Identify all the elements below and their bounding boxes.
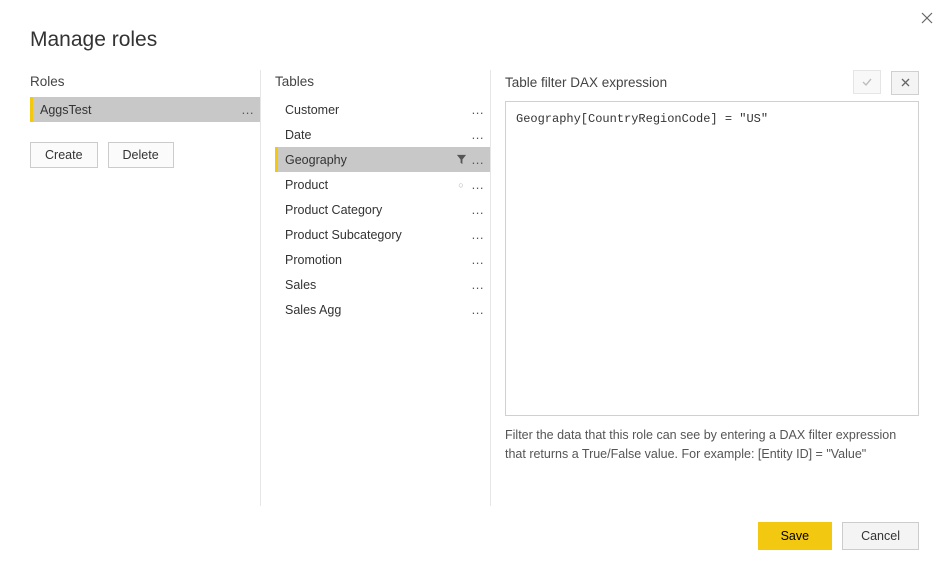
table-item[interactable]: Sales Agg... <box>275 297 490 322</box>
more-icon[interactable]: ... <box>472 128 484 141</box>
more-icon[interactable]: ... <box>472 178 484 191</box>
table-item[interactable]: Product Subcategory... <box>275 222 490 247</box>
more-icon[interactable]: ... <box>472 153 484 166</box>
more-icon[interactable]: ... <box>472 303 484 316</box>
more-icon[interactable]: ... <box>472 278 484 291</box>
roles-header: Roles <box>30 70 260 97</box>
save-button[interactable]: Save <box>758 522 833 550</box>
table-item[interactable]: Product○... <box>275 172 490 197</box>
more-icon[interactable]: ... <box>472 253 484 266</box>
revert-expression-button[interactable] <box>891 71 919 95</box>
cancel-button[interactable]: Cancel <box>842 522 919 550</box>
dialog-content: Roles AggsTest ... Create Delete Tables … <box>0 70 949 506</box>
expression-help-text: Filter the data that this role can see b… <box>505 426 919 465</box>
table-item-label: Product Subcategory <box>285 228 472 242</box>
more-icon[interactable]: ... <box>472 203 484 216</box>
table-item[interactable]: Product Category... <box>275 197 490 222</box>
table-item[interactable]: Promotion... <box>275 247 490 272</box>
table-item-label: Sales <box>285 278 472 292</box>
filter-icon <box>456 154 468 166</box>
table-item[interactable]: Geography... <box>275 147 490 172</box>
close-icon <box>921 12 933 24</box>
check-icon <box>862 77 872 87</box>
expression-panel: Table filter DAX expression Filter the d… <box>490 70 919 506</box>
manage-roles-dialog: Manage roles Roles AggsTest ... Create D… <box>0 0 949 570</box>
table-item-label: Date <box>285 128 472 142</box>
more-icon[interactable]: ... <box>242 103 254 116</box>
tables-header: Tables <box>275 70 490 97</box>
x-icon <box>901 78 910 87</box>
accept-expression-button[interactable] <box>853 70 881 94</box>
expression-header: Table filter DAX expression <box>505 71 667 94</box>
table-item[interactable]: Sales... <box>275 272 490 297</box>
indicator-icon: ○ <box>458 180 463 190</box>
table-item[interactable]: Customer... <box>275 97 490 122</box>
role-item[interactable]: AggsTest ... <box>30 97 260 122</box>
dialog-footer: Save Cancel <box>0 506 949 570</box>
table-item-label: Customer <box>285 103 472 117</box>
table-item-label: Sales Agg <box>285 303 472 317</box>
create-role-button[interactable]: Create <box>30 142 98 168</box>
delete-role-button[interactable]: Delete <box>108 142 174 168</box>
tables-panel: Tables Customer...Date...Geography...Pro… <box>260 70 490 506</box>
dax-expression-input[interactable] <box>505 101 919 416</box>
table-item-label: Geography <box>285 153 456 167</box>
role-item-label: AggsTest <box>40 103 242 117</box>
close-button[interactable] <box>917 8 937 28</box>
table-item-label: Promotion <box>285 253 472 267</box>
roles-list: AggsTest ... <box>30 97 260 122</box>
roles-panel: Roles AggsTest ... Create Delete <box>30 70 260 506</box>
dialog-title: Manage roles <box>0 0 949 70</box>
table-item-label: Product <box>285 178 458 192</box>
tables-list: Customer...Date...Geography...Product○..… <box>275 97 490 322</box>
table-item[interactable]: Date... <box>275 122 490 147</box>
more-icon[interactable]: ... <box>472 228 484 241</box>
more-icon[interactable]: ... <box>472 103 484 116</box>
table-item-label: Product Category <box>285 203 472 217</box>
